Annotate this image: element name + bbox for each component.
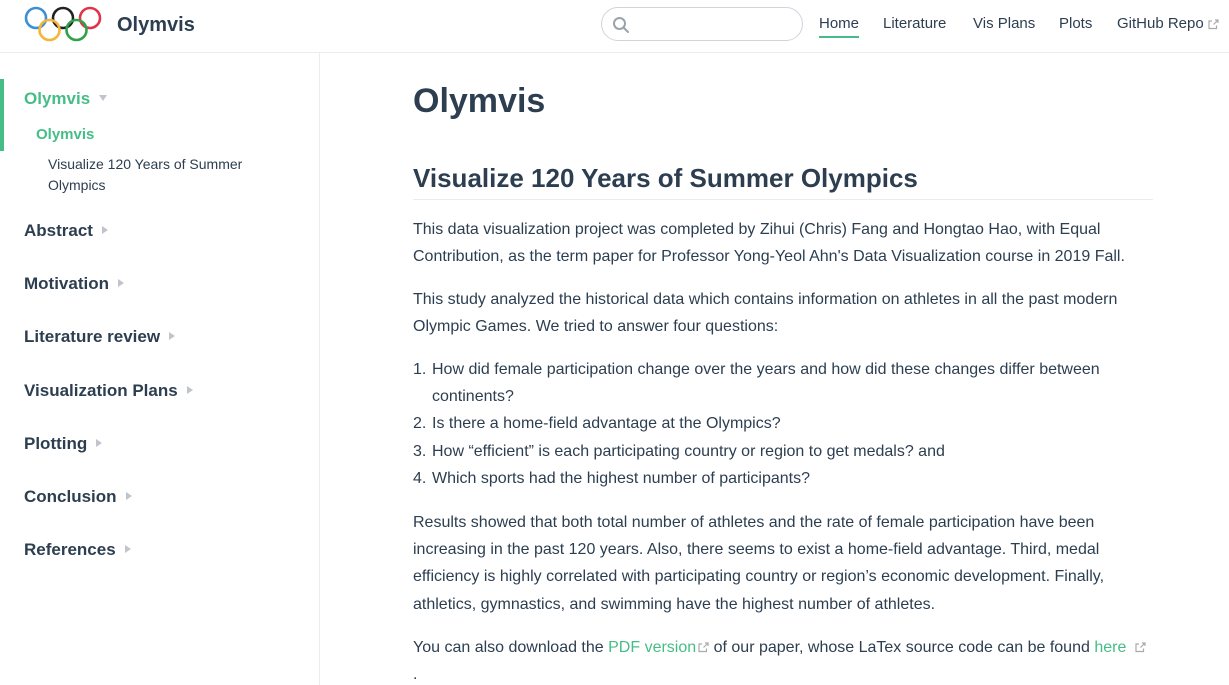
- sidebar-group-plotting[interactable]: Plotting: [24, 433, 103, 455]
- sidebar-group-label: Plotting: [24, 434, 88, 453]
- list-item: 2. Is there a home-field advantage at the…: [413, 415, 781, 433]
- download-middle: of our paper, whose LaTex source code ca…: [713, 639, 1090, 656]
- sidebar-group-conclusion[interactable]: Conclusion: [24, 486, 132, 508]
- question-text: Is there a home-field advantage at the O…: [432, 415, 781, 433]
- nav-link-literature[interactable]: Literature: [883, 14, 946, 34]
- sidebar: Olymvis Olymvis Visualize 120 Years of S…: [0, 53, 320, 685]
- external-link-icon: [698, 642, 709, 653]
- questions-list: 1. How did female participation change ov…: [413, 356, 1153, 492]
- nav-link-github-repo[interactable]: GitHub Repo: [1117, 14, 1219, 34]
- list-item: 3. How “efficient” is each participating …: [413, 442, 945, 460]
- site-name[interactable]: Olymvis: [117, 12, 195, 38]
- sidebar-group-references[interactable]: References: [24, 539, 131, 561]
- page-title: Olymvis: [413, 82, 546, 120]
- sidebar-group-label: References: [24, 540, 116, 559]
- sidebar-group-olymvis[interactable]: Olymvis: [24, 88, 108, 110]
- chevron-right-icon: [125, 491, 132, 500]
- sidebar-group-label: Olymvis: [24, 89, 91, 108]
- external-link-icon: [1135, 642, 1146, 653]
- sidebar-group-abstract[interactable]: Abstract: [24, 220, 108, 242]
- question-text: How did female participation change over…: [432, 361, 1100, 406]
- download-paragraph: You can also download the PDF version of…: [413, 634, 1153, 685]
- pdf-version-label: PDF version: [608, 639, 697, 656]
- navbar: Olymvis Home Literature Vis Plans Plots …: [0, 0, 1229, 53]
- pdf-version-link[interactable]: PDF version: [608, 639, 709, 656]
- here-label: here: [1094, 639, 1127, 656]
- chevron-right-icon: [96, 438, 103, 447]
- section-title: Visualize 120 Years of Summer Olympics: [413, 161, 1153, 200]
- nav-link-home[interactable]: Home: [819, 14, 860, 38]
- search-input[interactable]: [634, 12, 794, 36]
- nav-link-plots[interactable]: Plots: [1059, 14, 1092, 34]
- sidebar-group-literature-review[interactable]: Literature review: [24, 326, 176, 348]
- download-prefix: You can also download the: [413, 639, 604, 656]
- list-item: 1. How did female participation change ov…: [413, 361, 1100, 406]
- sidebar-group-label: Abstract: [24, 221, 93, 240]
- search-icon: [613, 17, 629, 33]
- here-link[interactable]: here: [1094, 639, 1146, 656]
- chevron-right-icon: [101, 225, 108, 234]
- question-text: How “efficient” is each participating co…: [432, 442, 945, 460]
- search-box[interactable]: [601, 7, 803, 41]
- chevron-right-icon: [169, 331, 176, 340]
- sidebar-group-motivation[interactable]: Motivation: [24, 273, 124, 295]
- chevron-right-icon: [118, 278, 124, 287]
- results-paragraph: Results showed that both total number of…: [413, 514, 1105, 613]
- nav-link-vis-plans[interactable]: Vis Plans: [973, 14, 1035, 34]
- sidebar-group-visualization-plans[interactable]: Visualization Plans: [24, 380, 193, 402]
- chevron-right-icon: [186, 385, 193, 394]
- external-link-icon: [1208, 18, 1219, 29]
- sidebar-group-label: Motivation: [24, 274, 109, 293]
- olympic-rings-icon[interactable]: [24, 6, 102, 43]
- intro-paragraph: This data visualization project was comp…: [413, 221, 1125, 266]
- download-suffix: .: [413, 666, 418, 684]
- sidebar-group-label: Visualization Plans: [24, 381, 178, 400]
- sidebar-item-olymvis[interactable]: Olymvis: [36, 125, 94, 145]
- sidebar-group-label: Literature review: [24, 327, 161, 346]
- sidebar-item-visualize-120-years[interactable]: Visualize 120 Years of Summer Olympics: [48, 154, 278, 196]
- chevron-right-icon: [124, 544, 131, 553]
- sidebar-group-label: Conclusion: [24, 487, 117, 506]
- nav-link-github-label: GitHub Repo: [1117, 15, 1204, 32]
- sidebar-active-indicator: [0, 79, 4, 151]
- question-text: Which sports had the highest number of p…: [432, 469, 810, 487]
- study-paragraph: This study analyzed the historical data …: [413, 291, 1118, 336]
- chevron-down-icon: [99, 94, 108, 101]
- list-item: 4. Which sports had the highest number of…: [413, 469, 810, 487]
